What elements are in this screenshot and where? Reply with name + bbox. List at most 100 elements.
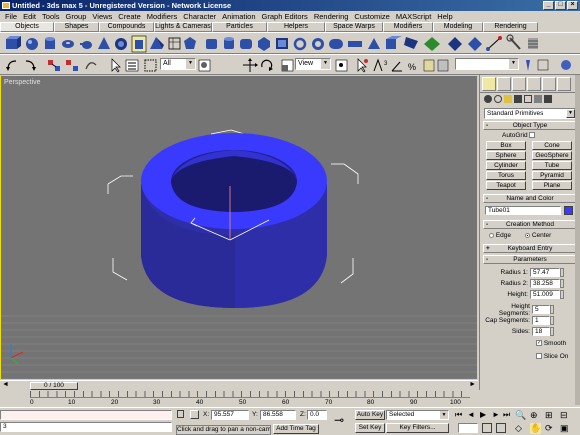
keyboard-entry-rollout[interactable]: + Keyboard Entry <box>483 244 577 253</box>
pan-icon[interactable]: ✋ <box>530 423 542 434</box>
hedra-icon[interactable] <box>184 37 196 49</box>
object-name-field[interactable]: Tube01 <box>485 206 561 215</box>
tab-compounds[interactable]: Compounds <box>99 22 154 32</box>
radius1-spinner[interactable] <box>560 268 564 277</box>
add-time-tag-button[interactable]: Add Time Tag <box>273 424 319 434</box>
height-segments-spinner[interactable] <box>550 305 554 314</box>
next-frame-icon[interactable]: ► <box>492 410 500 419</box>
set-key-icon[interactable]: ⊸ <box>334 413 344 427</box>
object-color-swatch[interactable] <box>564 206 573 215</box>
systems-icon[interactable] <box>544 95 552 103</box>
edge-radio[interactable] <box>489 232 494 238</box>
select-by-name-icon[interactable] <box>125 59 139 72</box>
menu-customize[interactable]: Customize <box>351 11 392 22</box>
lights-icon[interactable] <box>504 95 512 103</box>
select-object-icon[interactable] <box>111 58 121 73</box>
z-coordinate-field[interactable]: 0.0 <box>307 410 327 420</box>
rotate-icon[interactable] <box>261 59 273 71</box>
zoom-icon[interactable]: 🔍 <box>515 410 526 421</box>
zoom-extents-icon[interactable]: ⊞ <box>545 410 553 421</box>
name-color-rollout[interactable]: - Name and Color <box>483 194 577 203</box>
play-icon[interactable]: ▶ <box>480 410 486 419</box>
geosphere-button[interactable]: GeoSphere <box>532 151 572 160</box>
key-mode-dropdown[interactable]: Selected ▼ <box>386 410 449 420</box>
height-field[interactable]: 51.009 <box>530 290 560 299</box>
menu-character[interactable]: Character <box>180 11 219 22</box>
track-bar[interactable]: 0 10 20 30 40 50 60 70 80 90 100 <box>0 390 480 407</box>
gengon-icon[interactable] <box>276 38 288 49</box>
goto-start-icon[interactable]: ⏮ <box>455 410 462 420</box>
close-button[interactable]: × <box>567 1 578 10</box>
tab-objects[interactable]: Objects <box>0 22 54 32</box>
height-segments-field[interactable]: 5 <box>532 305 550 314</box>
l-ext-icon[interactable] <box>386 36 402 49</box>
smooth-checkbox[interactable]: ✓ <box>536 340 542 347</box>
pyramid-icon[interactable] <box>150 37 164 49</box>
tab-particles[interactable]: Particles <box>212 22 267 32</box>
maximize-button[interactable]: □ <box>555 1 566 10</box>
tab-lights-cameras[interactable]: Lights & Cameras <box>154 22 212 32</box>
box-button[interactable]: Box <box>486 141 526 150</box>
region-select-icon[interactable] <box>144 59 157 72</box>
radius1-field[interactable]: 57.47 <box>530 268 560 277</box>
torus-icon[interactable] <box>62 40 74 48</box>
prism-icon[interactable] <box>368 38 380 49</box>
parameters-rollout[interactable]: - Parameters <box>483 255 577 264</box>
center-radio-row[interactable]: Center <box>525 232 551 239</box>
center-radio[interactable] <box>525 232 530 238</box>
plane-button[interactable]: Plane <box>532 181 572 190</box>
arc-rotate-icon[interactable]: ⟳ <box>545 423 553 434</box>
lock-icon[interactable] <box>177 410 184 418</box>
hose-icon[interactable] <box>348 41 362 47</box>
sides-spinner[interactable] <box>550 327 554 336</box>
creation-method-rollout[interactable]: - Creation Method <box>483 220 577 229</box>
move-icon[interactable] <box>243 58 258 72</box>
cap-segments-spinner[interactable] <box>550 316 554 325</box>
command-input[interactable]: 3 <box>0 422 172 432</box>
panel-scrollbar[interactable] <box>575 75 580 405</box>
torus-knot-icon[interactable] <box>293 37 307 51</box>
menu-rendering[interactable]: Rendering <box>311 11 352 22</box>
height-spinner[interactable] <box>560 290 564 299</box>
key-mode-toggle-icon[interactable] <box>482 423 492 433</box>
teapot-icon[interactable] <box>80 41 92 49</box>
menu-views[interactable]: Views <box>89 11 115 22</box>
x-coordinate-field[interactable]: 95.557 <box>211 410 249 420</box>
sphere-button[interactable]: Sphere <box>486 151 526 160</box>
ringwave-icon[interactable] <box>312 38 324 50</box>
cone-icon[interactable] <box>98 37 110 49</box>
conform-icon[interactable] <box>468 37 482 51</box>
time-prev-icon[interactable]: ◄ <box>2 381 9 388</box>
tab-space-warps[interactable]: Space Warps <box>325 22 383 32</box>
menu-maxscript[interactable]: MAXScript <box>393 11 434 22</box>
radius2-spinner[interactable] <box>560 279 564 288</box>
display-tab-icon[interactable] <box>542 77 556 91</box>
prev-frame-icon[interactable]: ◄ <box>467 410 475 419</box>
set-key-button[interactable]: Set Key <box>355 423 385 433</box>
helpers-icon[interactable] <box>524 95 532 103</box>
pivot-icon[interactable] <box>335 59 348 72</box>
slice-checkbox[interactable] <box>536 353 542 360</box>
time-slider[interactable]: 0 / 100 ◄ ► <box>0 380 478 390</box>
time-slider-knob[interactable]: 0 / 100 <box>30 382 78 390</box>
geosphere-icon[interactable] <box>115 38 127 50</box>
material-editor-icon[interactable] <box>561 60 571 70</box>
viewport-label[interactable]: Perspective <box>4 79 41 86</box>
primitive-category-dropdown[interactable]: Standard Primitives ▼ <box>484 108 576 119</box>
current-frame-field[interactable] <box>458 423 478 433</box>
menu-help[interactable]: Help <box>434 11 455 22</box>
window-crossing-icon[interactable] <box>198 59 211 72</box>
select-manipulate-icon[interactable] <box>357 58 368 73</box>
motion-tab-icon[interactable] <box>527 77 541 91</box>
cap-segments-field[interactable]: 1 <box>532 316 550 325</box>
grid-plane-icon[interactable] <box>424 37 440 51</box>
spacewarps-icon[interactable] <box>534 95 542 103</box>
scatter-icon[interactable] <box>448 37 462 51</box>
absolute-mode-icon[interactable] <box>190 410 199 419</box>
maxscript-mini-listener[interactable] <box>0 410 172 420</box>
chamfer-box-icon[interactable] <box>206 39 217 49</box>
menu-tools[interactable]: Tools <box>39 11 63 22</box>
spinner-snap-icon[interactable] <box>423 59 435 72</box>
snap-icon[interactable]: 3 <box>373 58 388 72</box>
plane-icon[interactable] <box>168 37 181 50</box>
